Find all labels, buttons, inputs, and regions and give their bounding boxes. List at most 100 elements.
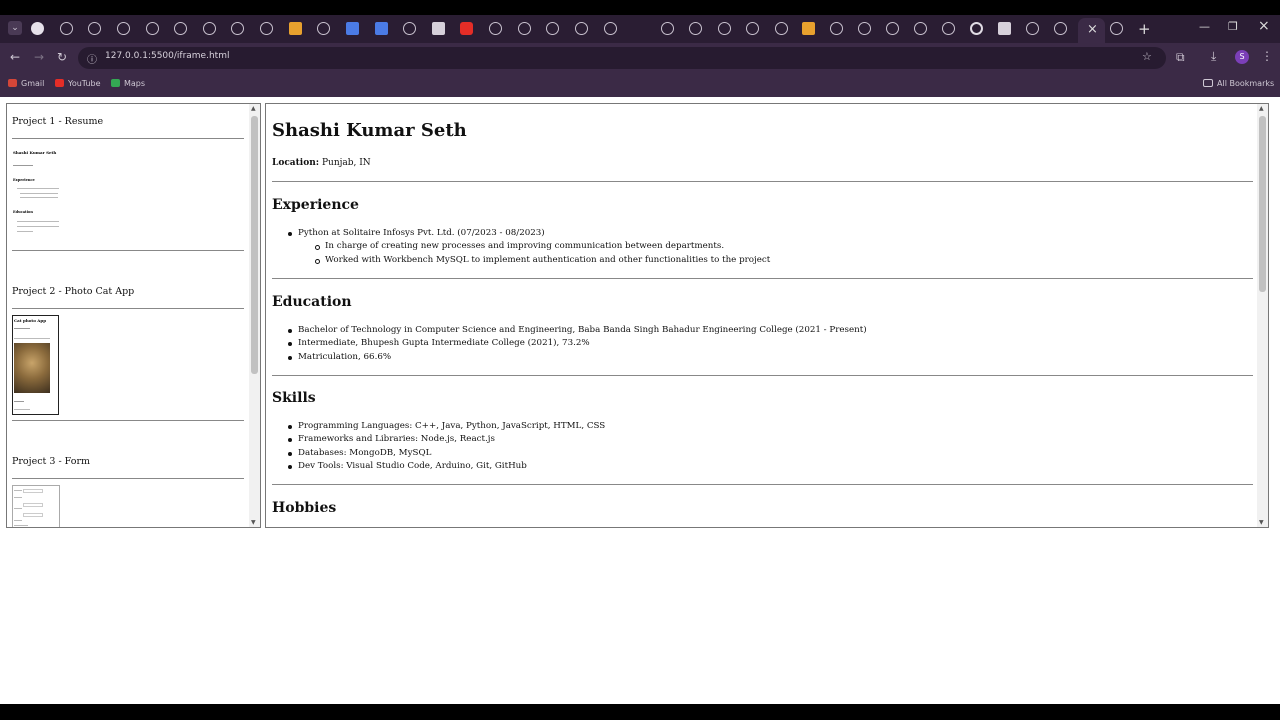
- tab-globe-icon[interactable]: [403, 22, 416, 35]
- tab-chrome-icon[interactable]: [1110, 22, 1123, 35]
- project-title: Project 1 - Resume: [12, 116, 104, 127]
- experience-subitem: In charge of creating new processes and …: [314, 241, 725, 251]
- thumb-line: [17, 226, 59, 227]
- tab-docs-icon[interactable]: [375, 22, 388, 35]
- thumb-line: [17, 188, 59, 189]
- tab-globe-icon[interactable]: [775, 22, 788, 35]
- new-tab-button[interactable]: +: [1138, 20, 1151, 38]
- location-line: Location: Punjab, IN: [272, 158, 371, 168]
- back-icon[interactable]: ←: [10, 50, 20, 64]
- tab-globe-icon[interactable]: [174, 22, 187, 35]
- tab-globe-icon[interactable]: [942, 22, 955, 35]
- form-thumbnail[interactable]: [12, 485, 60, 527]
- resume-iframe[interactable]: Shashi Kumar Seth Location: Punjab, IN E…: [265, 103, 1269, 528]
- reload-icon[interactable]: ↻: [57, 50, 67, 64]
- bookmark-star-icon[interactable]: ☆: [1142, 50, 1152, 63]
- all-bookmarks[interactable]: All Bookmarks: [1203, 79, 1274, 88]
- tab-globe-icon[interactable]: [260, 22, 273, 35]
- bookmark-maps[interactable]: Maps: [111, 79, 145, 88]
- education-item: Bachelor of Technology in Computer Scien…: [288, 325, 867, 335]
- cat-app-thumbnail[interactable]: Cat photo App: [12, 315, 59, 415]
- thumb-line: [20, 197, 58, 198]
- tab-globe-icon[interactable]: [689, 22, 702, 35]
- maps-icon: [111, 79, 120, 87]
- tab-app-icon[interactable]: [802, 22, 815, 35]
- site-info-icon[interactable]: ⓘ: [87, 51, 97, 66]
- close-tab-icon[interactable]: ×: [1087, 22, 1098, 37]
- divider: [12, 138, 244, 139]
- scroll-up-icon[interactable]: ▲: [251, 105, 256, 112]
- resume-name: Shashi Kumar Seth: [272, 120, 467, 141]
- tab-globe-icon[interactable]: [489, 22, 502, 35]
- projects-iframe[interactable]: Project 1 - Resume Shashi Kumar Seth Exp…: [6, 103, 261, 528]
- tab-globe-icon[interactable]: [60, 22, 73, 35]
- scroll-down-icon[interactable]: ▼: [1259, 519, 1264, 526]
- minimize-icon[interactable]: —: [1199, 20, 1210, 33]
- thumb-line: [14, 525, 28, 526]
- tab-app-icon[interactable]: [289, 22, 302, 35]
- tab-blank-icon[interactable]: [632, 22, 645, 35]
- tab-globe-icon[interactable]: [914, 22, 927, 35]
- thumb-line: [14, 520, 22, 521]
- tab-chatgpt-icon[interactable]: [970, 22, 983, 35]
- scrollbar-thumb[interactable]: [1259, 116, 1266, 292]
- thumb-name: Shashi Kumar Seth: [13, 150, 57, 155]
- menu-icon[interactable]: ⋮: [1261, 49, 1273, 63]
- thumb-heading: Education: [13, 210, 33, 214]
- thumb-line: [14, 497, 22, 498]
- extensions-icon[interactable]: ⧉: [1176, 50, 1185, 65]
- tab-globe-icon[interactable]: [231, 22, 244, 35]
- gmail-icon: [8, 79, 17, 87]
- download-icon[interactable]: ⤓: [1211, 49, 1216, 64]
- tab-globe-icon[interactable]: [546, 22, 559, 35]
- thumb-line: [14, 338, 50, 339]
- resume-thumbnail[interactable]: Shashi Kumar Seth Experience Education: [12, 148, 62, 238]
- tab-globe-icon[interactable]: [746, 22, 759, 35]
- skills-item: Databases: MongoDB, MySQL: [287, 448, 432, 458]
- tab-globe-icon[interactable]: [830, 22, 843, 35]
- divider: [272, 375, 1253, 376]
- tab-youtube-icon[interactable]: [460, 22, 473, 35]
- close-window-icon[interactable]: ×: [1258, 18, 1270, 34]
- bookmark-gmail[interactable]: Gmail: [8, 79, 44, 88]
- tab-globe-icon[interactable]: [88, 22, 101, 35]
- tab-chatgpt-icon[interactable]: [998, 22, 1011, 35]
- tab-chrome-icon[interactable]: [518, 22, 531, 35]
- resume-scrollbar[interactable]: ▲ ▼: [1257, 104, 1268, 527]
- tab-globe-icon[interactable]: [203, 22, 216, 35]
- tab-globe-icon[interactable]: [661, 22, 674, 35]
- tab-globe-icon[interactable]: [604, 22, 617, 35]
- tab-globe-icon[interactable]: [575, 22, 588, 35]
- profile-avatar[interactable]: S: [1235, 50, 1249, 64]
- education-item: Intermediate, Bhupesh Gupta Intermediate…: [288, 338, 590, 348]
- divider: [272, 484, 1253, 485]
- projects-scrollbar[interactable]: ▲ ▼: [249, 104, 260, 527]
- tab-globe-icon[interactable]: [1054, 22, 1067, 35]
- tab-globe-icon[interactable]: [117, 22, 130, 35]
- thumb-title: Cat photo App: [14, 318, 46, 323]
- scrollbar-thumb[interactable]: [251, 116, 258, 374]
- thumb-line: [14, 409, 30, 410]
- thumb-heading: Experience: [13, 178, 35, 182]
- address-bar[interactable]: ⓘ 127.0.0.1:5500/iframe.html ☆: [78, 47, 1166, 69]
- active-tab[interactable]: ×: [1078, 18, 1105, 43]
- tab-globe-icon[interactable]: [146, 22, 159, 35]
- forward-icon[interactable]: →: [34, 50, 44, 64]
- scroll-down-icon[interactable]: ▼: [251, 519, 256, 526]
- scroll-up-icon[interactable]: ▲: [1259, 105, 1264, 112]
- tab-globe-icon[interactable]: [718, 22, 731, 35]
- tab-globe-icon[interactable]: [317, 22, 330, 35]
- tab-docs-icon[interactable]: [346, 22, 359, 35]
- tab-globe-icon[interactable]: [886, 22, 899, 35]
- tab-search-icon[interactable]: ⌄: [8, 21, 22, 35]
- tab-chatgpt-icon[interactable]: [432, 22, 445, 35]
- bookmark-youtube[interactable]: YouTube: [55, 79, 101, 88]
- tab-globe-icon[interactable]: [1026, 22, 1039, 35]
- url-text[interactable]: 127.0.0.1:5500/iframe.html: [105, 51, 229, 61]
- thumb-field: [23, 503, 43, 507]
- tab-github-icon[interactable]: [31, 22, 44, 35]
- browser-chrome: ⌄ × + — ❐ × ← → ↻ ⓘ 127.0.0.1:5500/ifram…: [0, 15, 1280, 97]
- cat-photo-image: [14, 343, 50, 393]
- tab-globe-icon[interactable]: [858, 22, 871, 35]
- restore-icon[interactable]: ❐: [1228, 20, 1238, 33]
